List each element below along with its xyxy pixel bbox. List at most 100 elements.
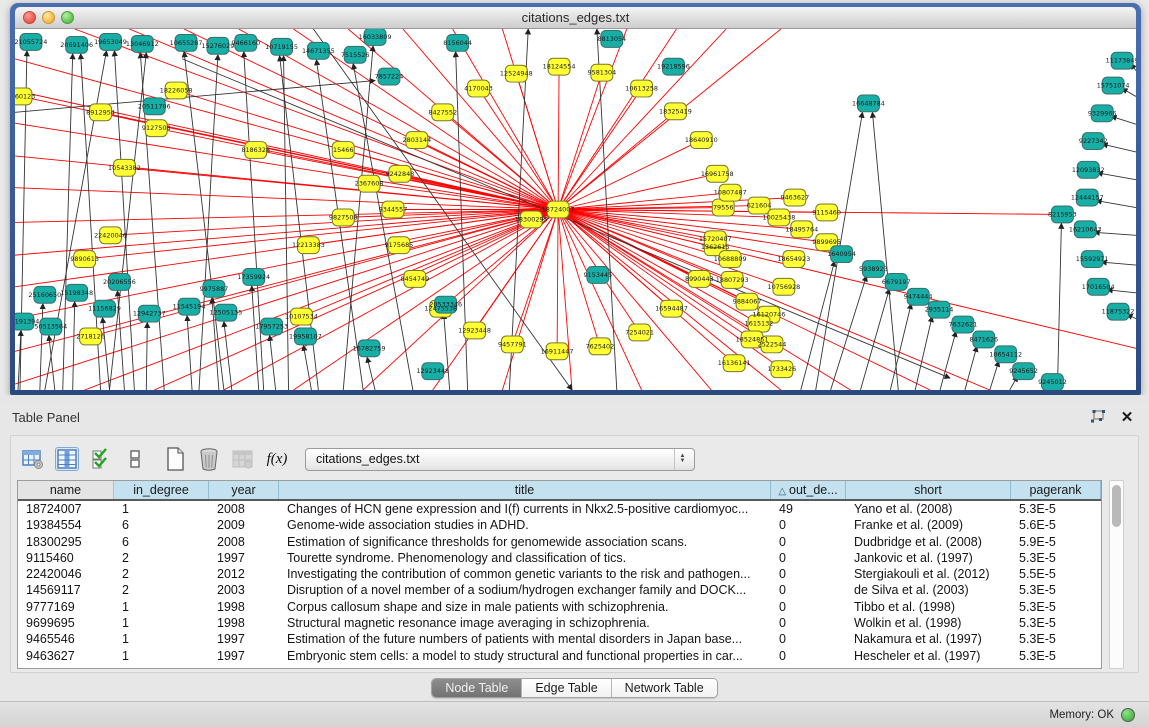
citation-edge-black[interactable] (284, 56, 289, 390)
citation-edge-black[interactable] (40, 304, 43, 390)
column-header-year[interactable]: year (209, 481, 279, 499)
citation-edge-black[interactable] (146, 323, 147, 390)
citation-edge-black[interactable] (1057, 223, 1061, 390)
table-cell-year: 1997 (209, 648, 279, 664)
citation-edge-red[interactable] (558, 210, 642, 391)
graph-node-label: 16120746 (753, 311, 786, 319)
citation-edge-black[interactable] (303, 345, 311, 390)
citation-edge-red[interactable] (479, 89, 559, 210)
citation-edge-red[interactable] (558, 73, 602, 210)
citation-edge-red[interactable] (15, 123, 558, 209)
citation-edge-black[interactable] (872, 112, 898, 390)
citation-edge-black[interactable] (63, 54, 73, 390)
memory-ok-indicator[interactable] (1121, 708, 1135, 722)
close-panel-icon[interactable]: ✕ (1117, 408, 1137, 426)
column-header-pagerank[interactable]: pagerank (1011, 481, 1101, 499)
column-header-name[interactable]: name (18, 481, 114, 499)
table-cell-in_degree: 2 (114, 566, 209, 582)
citation-edge-red[interactable] (558, 29, 676, 210)
table-row[interactable]: 977716911998Corpus callosum shape and si… (18, 599, 1101, 615)
citation-edge-black[interactable] (801, 261, 835, 390)
citation-edge-red[interactable] (512, 210, 558, 345)
graph-node-label: 20206556 (103, 278, 136, 286)
column-header-out_de[interactable]: △out_de... (771, 481, 846, 499)
graph-node-label: 14671355 (302, 47, 335, 55)
citation-edge-red[interactable] (558, 140, 701, 209)
citation-edge-black[interactable] (940, 331, 956, 390)
table-cell-short: de Silva et al. (2003) (846, 582, 1011, 598)
column-header-in_degree[interactable]: in_degree (114, 481, 209, 499)
column-header-short[interactable]: short (846, 481, 1011, 499)
function-builder-icon[interactable]: f(x) (265, 447, 289, 471)
citation-edge-red[interactable] (558, 67, 559, 210)
citation-edge-black[interactable] (1096, 201, 1136, 208)
table-cell-pagerank: 5.3E-5 (1011, 615, 1101, 631)
network-canvas[interactable]: 1872400779556136261589904431659448772540… (15, 29, 1136, 390)
citation-edge-red[interactable] (85, 210, 558, 260)
citation-edge-black[interactable] (1097, 173, 1136, 180)
minimize-window-button[interactable] (42, 11, 55, 24)
citation-edge-black[interactable] (187, 316, 192, 390)
citation-edge-red[interactable] (124, 168, 558, 210)
table-row[interactable]: 2242004622012Investigating the contribut… (18, 566, 1101, 582)
table-row[interactable]: 1456911722003Disruption of a novel membe… (18, 582, 1101, 598)
table-row[interactable]: 911546021997Tourette syndrome. Phenomeno… (18, 550, 1101, 566)
tab-edge-table[interactable]: Edge Table (522, 679, 611, 697)
citation-edge-black[interactable] (73, 302, 75, 390)
citation-edge-black[interactable] (890, 304, 911, 390)
graph-node-label: 18724007 (542, 205, 575, 213)
network-graph-svg[interactable]: 1872400779556136261589904431659448772540… (15, 29, 1136, 390)
table-cell-year: 1998 (209, 615, 279, 631)
citation-edge-black[interactable] (1111, 116, 1136, 124)
graph-node-label: 16961758 (701, 170, 734, 178)
table-row[interactable]: 1938455462009Genome-wide association stu… (18, 517, 1101, 533)
window-title: citations_edges.txt (15, 10, 1136, 25)
citation-edge-black[interactable] (184, 52, 224, 390)
citation-edge-red[interactable] (85, 210, 558, 391)
citation-edge-red[interactable] (558, 29, 726, 210)
tab-network-table[interactable]: Network Table (612, 679, 717, 697)
graph-node-label: 9466160 (231, 39, 260, 47)
citation-edge-black[interactable] (860, 289, 889, 390)
float-panel-icon[interactable] (1087, 408, 1107, 426)
citation-edge-black[interactable] (244, 52, 264, 390)
table-row[interactable]: 1872400712008Changes of HCN gene express… (18, 501, 1101, 517)
network-window-titlebar[interactable]: citations_edges.txt (15, 7, 1136, 29)
table-row[interactable]: 946554611997Estimation of the future num… (18, 631, 1101, 647)
table-row[interactable]: 1830029562008Estimation of significance … (18, 534, 1101, 550)
table-selector-dropdown[interactable]: citations_edges.txt ▲▼ (305, 448, 695, 471)
table-vertical-scrollbar[interactable] (1109, 480, 1124, 669)
citation-edge-black[interactable] (15, 81, 375, 113)
close-window-button[interactable] (23, 11, 36, 24)
citation-edge-black[interactable] (1102, 144, 1136, 152)
citation-edge-black[interactable] (915, 317, 932, 390)
citation-edge-black[interactable] (831, 276, 867, 390)
unselect-all-icon[interactable] (123, 447, 147, 471)
citation-edge-red[interactable] (453, 29, 558, 210)
table-cell-title: Genome-wide association studies in ADHD. (279, 517, 771, 533)
column-header-title[interactable]: title (279, 481, 771, 499)
horizontal-splitter[interactable]: ▲ (0, 395, 1149, 403)
show-columns-icon[interactable] (55, 447, 79, 471)
table-options-icon[interactable] (21, 447, 45, 471)
scrollbar-thumb[interactable] (1112, 485, 1121, 527)
citation-edge-red[interactable] (558, 29, 627, 210)
zoom-window-button[interactable] (61, 11, 74, 24)
table-row[interactable]: 969969511998Structural magnetic resonanc… (18, 615, 1101, 631)
table-cell-pagerank: 5.3E-5 (1011, 550, 1101, 566)
citation-edge-red[interactable] (558, 111, 675, 209)
citation-edge-red[interactable] (558, 210, 572, 391)
table-cell-title: Structural magnetic resonance image aver… (279, 615, 771, 631)
citation-edge-red[interactable] (224, 210, 558, 391)
citation-edge-black[interactable] (990, 361, 999, 390)
import-table-icon (231, 447, 255, 471)
table-row[interactable]: 946362711997Embryonic stem cells: a mode… (18, 648, 1101, 664)
select-all-icon[interactable] (89, 447, 113, 471)
citation-edge-black[interactable] (444, 314, 450, 390)
tab-node-table[interactable]: Node Table (432, 679, 522, 697)
citation-edge-red[interactable] (558, 174, 717, 210)
citation-edge-red[interactable] (557, 210, 558, 352)
delete-column-icon[interactable] (197, 447, 221, 471)
citation-edge-red[interactable] (558, 89, 642, 210)
new-column-icon[interactable] (163, 447, 187, 471)
